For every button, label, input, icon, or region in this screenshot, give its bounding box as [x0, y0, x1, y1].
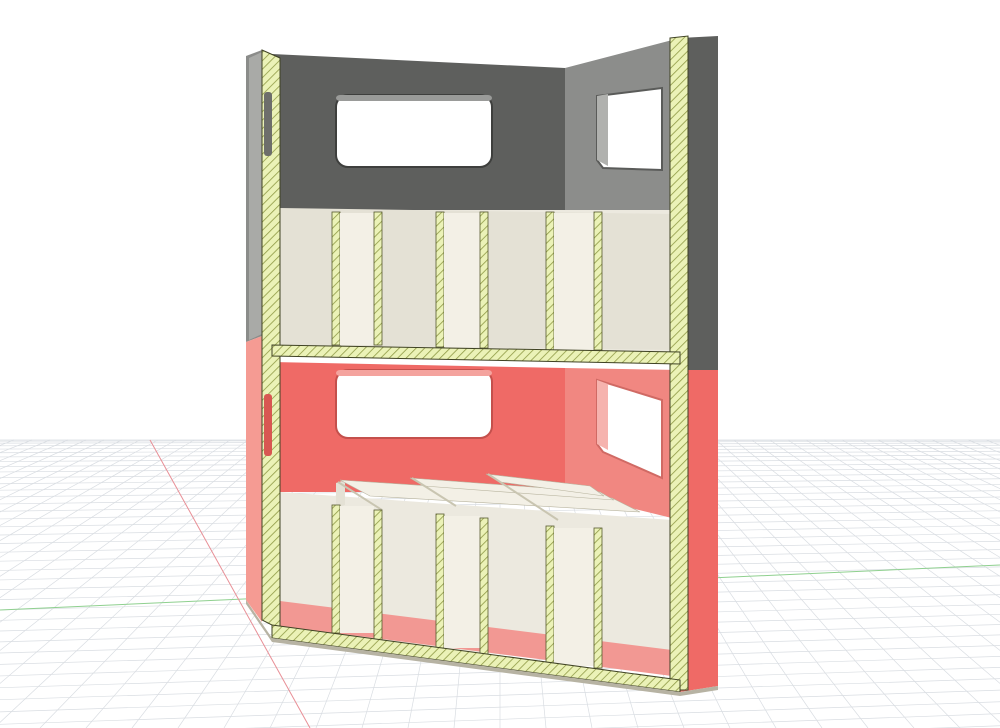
upper-divider — [545, 211, 555, 351]
upper-back-window — [335, 94, 493, 168]
lower-back-window-bevel — [336, 370, 492, 376]
grid-line — [715, 439, 1000, 684]
upper-divider — [331, 211, 341, 346]
lower-divider-face — [340, 506, 374, 633]
lower-divider — [479, 517, 489, 657]
left-handle-recess-upper — [264, 92, 272, 156]
lower-divider — [593, 527, 603, 669]
upper-divider — [479, 211, 489, 349]
grid-line — [805, 439, 1000, 558]
upper-left-side-face — [249, 52, 262, 340]
upper-dividers — [331, 211, 603, 351]
grid-line — [949, 439, 1000, 461]
lower-divider-face — [444, 516, 480, 648]
grid-line — [823, 439, 1000, 541]
grid-line — [967, 439, 1000, 454]
grid-line — [859, 439, 1000, 513]
cad-viewport[interactable] — [0, 0, 1000, 728]
upper-divider — [373, 211, 383, 346]
grid-line — [877, 439, 1000, 501]
upper-divider-face — [340, 213, 374, 345]
upper-divider — [435, 211, 445, 348]
lower-back-window — [335, 369, 493, 439]
left-handle-recess-lower — [264, 394, 272, 456]
lower-side-window-bevel — [597, 380, 608, 450]
lower-left-outer-wall — [246, 336, 262, 622]
lower-divider-face — [554, 528, 594, 666]
lower-divider — [331, 504, 341, 634]
lower-divider — [373, 509, 383, 641]
upper-side-window-bevel — [597, 94, 608, 166]
lower-divider — [435, 513, 445, 649]
grid-line — [841, 439, 1000, 526]
upper-divider-face — [554, 213, 594, 350]
upper-back-window-bevel — [336, 95, 492, 101]
upper-divider — [593, 211, 603, 351]
crate-model[interactable] — [246, 35, 718, 696]
grid-line — [913, 439, 1000, 479]
upper-divider-face — [444, 213, 480, 347]
lower-divider — [545, 525, 555, 667]
grid-line — [697, 439, 1000, 723]
3d-scene[interactable] — [0, 0, 1000, 728]
